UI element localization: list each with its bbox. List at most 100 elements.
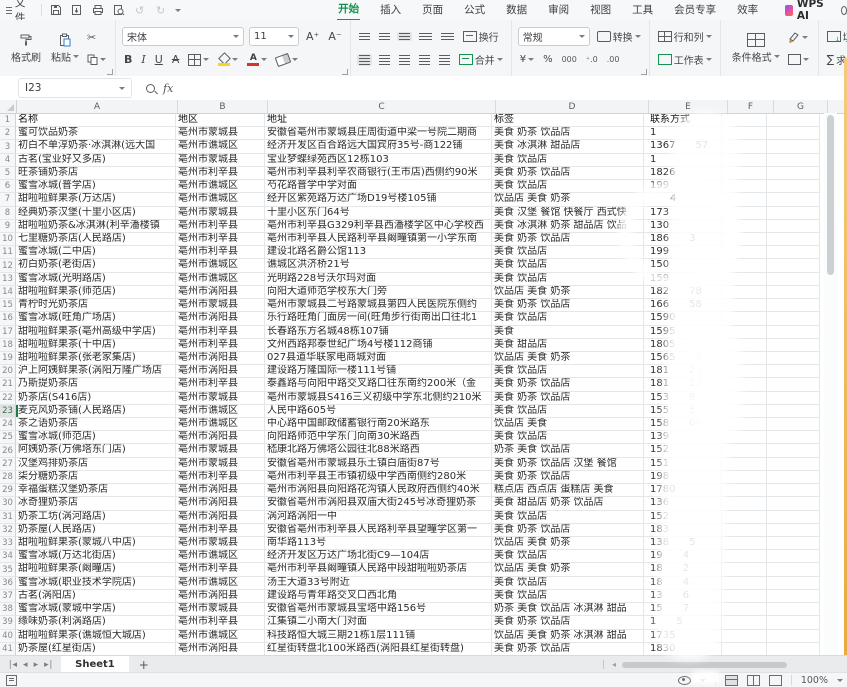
row-header[interactable]: 19 bbox=[0, 352, 16, 365]
cell[interactable] bbox=[722, 392, 767, 405]
cell[interactable]: 183 bbox=[644, 524, 722, 537]
cell[interactable]: 旺茶铺奶茶店 bbox=[16, 167, 176, 180]
cell[interactable]: 甜啦啦鲜果茶(师范店) bbox=[16, 286, 176, 299]
cell[interactable]: 亳州市利辛县 bbox=[176, 167, 265, 180]
align-center-button[interactable] bbox=[377, 54, 392, 66]
cell[interactable] bbox=[722, 497, 767, 510]
cell[interactable]: 初白奶茶(老街店) bbox=[16, 259, 176, 272]
cell[interactable]: 1590 bbox=[644, 312, 722, 325]
next-sheet-button[interactable]: ▸ bbox=[34, 660, 39, 670]
cell[interactable]: 18 4 bbox=[644, 577, 722, 590]
cell[interactable]: 亳州市涡阳县向阳路花沟镇人民政府西侧约40米 bbox=[265, 484, 492, 497]
menu-tab[interactable]: 会员专享 bbox=[673, 0, 717, 20]
cell[interactable] bbox=[767, 603, 820, 616]
cell[interactable]: 缘味奶茶(利涡路店) bbox=[16, 616, 176, 629]
cell[interactable]: 美食 奶茶 饮品店 bbox=[492, 471, 644, 484]
cell[interactable]: 199 bbox=[644, 180, 722, 193]
cell[interactable]: 151 bbox=[644, 458, 722, 471]
cell[interactable]: 亳州市利辛县G329利辛县西潘楼学区中心学校西 bbox=[265, 220, 492, 233]
paste-button[interactable]: 粘贴 bbox=[46, 33, 84, 64]
cell[interactable] bbox=[722, 431, 767, 444]
cell[interactable]: 1 5 bbox=[644, 616, 722, 629]
cell[interactable]: 亳州市利辛县 bbox=[176, 471, 265, 484]
cell[interactable]: 汉堡鸡排奶茶店 bbox=[16, 458, 176, 471]
cell[interactable]: 蜜雪冰城(蒙城中学店) bbox=[16, 603, 176, 616]
sheet-tab-sheet1[interactable]: Sheet1 bbox=[61, 656, 129, 673]
cut-button[interactable]: ✂ bbox=[87, 28, 106, 46]
cell[interactable] bbox=[722, 590, 767, 603]
normal-view-icon[interactable] bbox=[725, 675, 738, 686]
cell[interactable]: 138 5 bbox=[644, 537, 722, 550]
cell[interactable]: 198 bbox=[644, 471, 722, 484]
increase-indent-button[interactable] bbox=[439, 32, 456, 41]
cell[interactable] bbox=[767, 643, 820, 656]
font-name-select[interactable]: 宋体 bbox=[122, 27, 244, 46]
menu-tab[interactable]: 数据 bbox=[505, 0, 528, 20]
row-header[interactable]: 25 bbox=[0, 431, 16, 444]
cell[interactable]: 安徽省亳州市蒙城县宝塔中路156号 bbox=[265, 603, 492, 616]
cell[interactable]: 亳州市利辛县王市镇初级中学西南侧约280米 bbox=[265, 471, 492, 484]
underline-button[interactable]: U bbox=[153, 52, 165, 67]
row-header[interactable]: 4 bbox=[0, 154, 16, 167]
cell[interactable]: 亳州市涡阳县 bbox=[176, 312, 265, 325]
cell[interactable]: 建设路与青年路交叉口西北角 bbox=[265, 590, 492, 603]
cell[interactable]: 亳州市蒙城县 bbox=[176, 299, 265, 312]
menu-tab[interactable]: 工具 bbox=[631, 0, 654, 20]
cell[interactable]: 亳州市涡阳县 bbox=[176, 511, 265, 524]
prev-sheet-button[interactable]: ◂ bbox=[23, 660, 28, 670]
cell[interactable]: 美食 奶茶 饮品店 bbox=[492, 392, 644, 405]
cell[interactable] bbox=[767, 233, 820, 246]
cell[interactable]: 甜啦啦鲜果茶(十中店) bbox=[16, 339, 176, 352]
cell[interactable]: 初白不单淳奶茶·冰淇淋(远大国 bbox=[16, 140, 176, 153]
cell[interactable]: 亳州市谯城区 bbox=[176, 550, 265, 563]
cell[interactable]: 亳州市谯城区 bbox=[176, 418, 265, 431]
cell[interactable] bbox=[767, 378, 820, 391]
cell[interactable] bbox=[767, 418, 820, 431]
eye-preview-icon[interactable] bbox=[678, 676, 691, 685]
cell[interactable]: 地区 bbox=[176, 114, 265, 127]
cell[interactable] bbox=[722, 220, 767, 233]
cell[interactable]: 光明路228号沃尔玛对面 bbox=[265, 273, 492, 286]
cell[interactable]: 甜啦啦奶茶&冰淇淋(利辛潘楼镇 bbox=[16, 220, 176, 233]
row-header[interactable]: 28 bbox=[0, 471, 16, 484]
cell[interactable]: 1780 bbox=[644, 484, 722, 497]
row-header[interactable]: 5 bbox=[0, 167, 16, 180]
row-header[interactable]: 26 bbox=[0, 444, 16, 457]
cell[interactable] bbox=[767, 405, 820, 418]
cell[interactable]: 美食 饮品店 bbox=[492, 550, 644, 563]
cell[interactable] bbox=[767, 616, 820, 629]
row-header[interactable]: 41 bbox=[0, 643, 16, 656]
cell[interactable] bbox=[767, 365, 820, 378]
cell[interactable]: 亳州市利辛县利辛农商银行(王市店)西侧约90米 bbox=[265, 167, 492, 180]
decrease-indent-button[interactable] bbox=[417, 32, 434, 41]
print-icon[interactable] bbox=[91, 4, 104, 17]
cell[interactable]: 166 58 bbox=[644, 299, 722, 312]
row-header[interactable]: 37 bbox=[0, 590, 16, 603]
cell[interactable] bbox=[722, 259, 767, 272]
cell[interactable] bbox=[722, 378, 767, 391]
cell-style-button[interactable] bbox=[788, 50, 809, 68]
cell[interactable]: 美食 饮品店 bbox=[492, 259, 644, 272]
cell[interactable]: 饮品店 美食 奶茶 bbox=[492, 537, 644, 550]
cell[interactable]: 美食 饮品店 bbox=[492, 590, 644, 603]
cell[interactable]: 亳州市蒙城县二号路蒙城县第四人民医院东侧约 bbox=[265, 299, 492, 312]
cell[interactable]: 奶茶 美食 饮品店 bbox=[492, 444, 644, 457]
cell[interactable] bbox=[722, 352, 767, 365]
align-distribute-button[interactable] bbox=[437, 54, 452, 66]
cell[interactable]: 青柠时光奶茶店 bbox=[16, 299, 176, 312]
cell[interactable]: 美食 奶茶 饮品店 bbox=[492, 524, 644, 537]
cell[interactable]: 亳州市利辛县阚疃镇人民路中段甜啦啦奶茶店 bbox=[265, 563, 492, 576]
cell[interactable]: 美食 冰淇淋 甜品店 bbox=[492, 140, 644, 153]
cell[interactable]: 173 bbox=[644, 207, 722, 220]
cell[interactable]: 亳州市谯城区 bbox=[176, 180, 265, 193]
cell[interactable] bbox=[767, 312, 820, 325]
cell[interactable]: 亳州市利辛县人民路利辛县阚疃镇第一小学东南 bbox=[265, 233, 492, 246]
align-middle-button[interactable] bbox=[377, 32, 392, 41]
cell[interactable]: 乐行路旺角门面房一间(旺角步行街南出口往北1 bbox=[265, 312, 492, 325]
row-header[interactable]: 12 bbox=[0, 259, 16, 272]
cell[interactable]: 涡河路涡阳一中 bbox=[265, 511, 492, 524]
cell[interactable] bbox=[722, 484, 767, 497]
row-header[interactable]: 39 bbox=[0, 616, 16, 629]
cell[interactable]: 安徽省亳州市涡阳县双庙大街245号冰奇狸奶茶 bbox=[265, 497, 492, 510]
cell[interactable]: 亳州市蒙城县 bbox=[176, 207, 265, 220]
